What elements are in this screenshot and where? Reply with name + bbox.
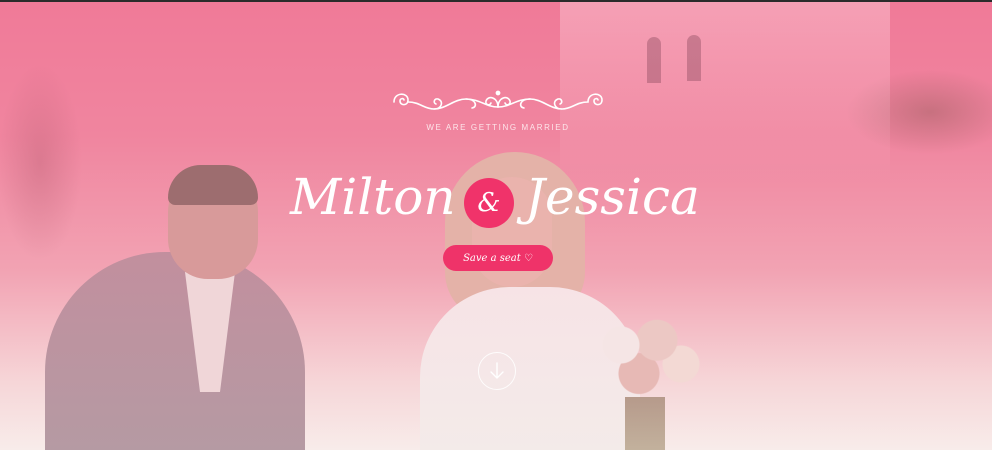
groom-figure <box>45 252 305 450</box>
background-window <box>687 35 701 81</box>
background-window <box>647 37 661 83</box>
bouquet-stems <box>625 397 665 450</box>
arrow-down-icon <box>490 362 504 379</box>
ampersand-badge: & <box>464 178 514 228</box>
background-building <box>560 2 890 182</box>
hero-subtitle: WE ARE GETTING MARRIED <box>426 123 570 132</box>
couple-names: Milton & Jessica <box>270 162 722 242</box>
bouquet <box>585 307 705 402</box>
groom-hair <box>168 165 258 205</box>
bride-name: Jessica <box>525 168 700 226</box>
hero-section: WE ARE GETTING MARRIED Milton & Jessica … <box>0 0 992 450</box>
scroll-down-button[interactable] <box>478 352 516 390</box>
flourish-ornament-icon <box>393 90 603 110</box>
save-a-seat-button[interactable]: Save a seat ♡ <box>443 245 553 271</box>
groom-name: Milton <box>290 168 456 226</box>
